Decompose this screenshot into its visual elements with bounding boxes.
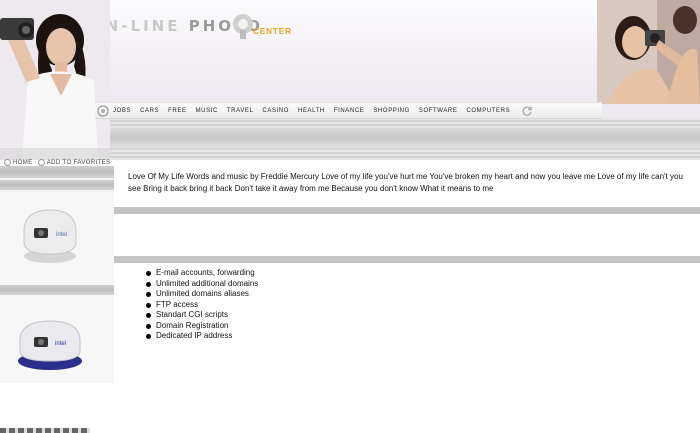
list-item: Standart CGI scripts (145, 310, 258, 321)
list-item: Dedicated IP address (145, 331, 258, 342)
nav-item-computers[interactable]: COMPUTERS (466, 108, 510, 114)
page: ON-LINE PHOTO CENTER JOBS CARS FREE MUSI… (0, 0, 700, 433)
nav-item-jobs[interactable]: JOBS (113, 108, 131, 114)
header: ON-LINE PHOTO CENTER JOBS CARS FREE MUSI… (0, 0, 700, 166)
nav-item-health[interactable]: HEALTH (298, 108, 325, 114)
nav-item-free[interactable]: FREE (168, 108, 186, 114)
main-paragraph: Love Of My Life Words and music by Fredd… (128, 172, 683, 193)
left-bar-mid-1 (0, 180, 114, 190)
list-item: Unlimited additional domains (145, 279, 258, 290)
webcam-white-image[interactable]: intel (0, 192, 114, 286)
left-bar-top (0, 166, 114, 178)
smiling-woman-image (597, 0, 700, 104)
intel-brand-text: intel (55, 341, 66, 347)
scrollbar-strip[interactable] (0, 428, 90, 433)
main-nav: JOBS CARS FREE MUSIC TRAVEL CASINO HEALT… (95, 102, 602, 119)
list-item: FTP access (145, 300, 258, 311)
list-item: Unlimited domains aliases (145, 289, 258, 300)
nav-item-music[interactable]: MUSIC (196, 108, 218, 114)
nav-item-shopping[interactable]: SHOPPING (373, 108, 409, 114)
photographer-woman-image (0, 0, 110, 160)
left-bar-mid-2 (0, 285, 114, 295)
logo-suffix: CENTER (253, 27, 292, 36)
bullet-icon (37, 159, 45, 166)
camera-shutter-icon (97, 104, 109, 117)
nav-item-finance[interactable]: FINANCE (334, 108, 365, 114)
left-column: intel intel (0, 166, 114, 383)
content-divider-bottom (114, 256, 700, 263)
refresh-icon[interactable] (521, 105, 533, 117)
list-item: E-mail accounts, forwarding (145, 268, 258, 279)
intel-brand-text: intel (56, 232, 67, 238)
bullet-icon (4, 159, 11, 166)
list-item: Domain Registration (145, 321, 258, 332)
nav-item-software[interactable]: SOFTWARE (419, 108, 458, 114)
nav-item-travel[interactable]: TRAVEL (227, 108, 254, 114)
content-divider-top (114, 207, 700, 214)
webcam-blue-image[interactable]: intel (0, 295, 114, 383)
features-list: E-mail accounts, forwarding Unlimited ad… (145, 268, 258, 342)
nav-item-casino[interactable]: CASINO (262, 108, 289, 114)
nav-item-cars[interactable]: CARS (140, 108, 159, 114)
